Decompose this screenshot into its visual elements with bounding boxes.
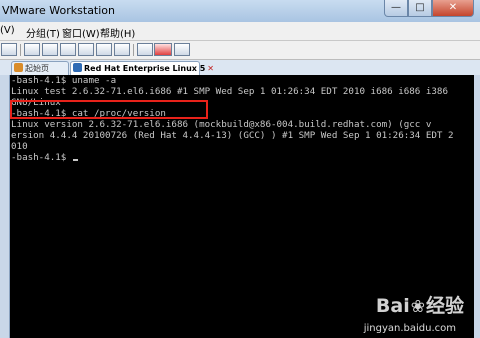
toolbar	[0, 41, 480, 60]
terminal-line: ersion 4.4.4 20100726 (Red Hat 4.4.4-13)…	[11, 130, 454, 141]
minimize-button[interactable]: —	[384, 0, 408, 17]
home-icon	[14, 63, 23, 72]
sidebar-toggle-icon[interactable]	[24, 43, 40, 56]
tab-rhel5-label: Red Hat Enterprise Linux 5	[84, 64, 206, 73]
terminal-line: Linux version 2.6.32-71.el6.i686 (mockbu…	[11, 119, 432, 130]
tab-home-label: 起始页	[25, 64, 49, 73]
terminal-prompt-line: -bash-4.1$	[11, 152, 78, 163]
terminal-prompt: -bash-4.1$	[11, 152, 72, 163]
menu-view[interactable]: (V)	[0, 25, 15, 36]
close-button[interactable]: ✕	[432, 0, 474, 17]
window-controls: — □ ✕	[384, 0, 474, 18]
summary-view-icon[interactable]	[60, 43, 76, 56]
watermark-brand-right: 经验	[425, 295, 464, 317]
toolbar-separator	[133, 44, 134, 56]
menu-help[interactable]: 帮助(H)	[100, 25, 135, 40]
baidu-watermark: Bai❀经验	[376, 291, 464, 318]
tab-bar: 起始页 Red Hat Enterprise Linux 5 ✕	[0, 60, 480, 76]
appliance-view-icon[interactable]	[114, 43, 130, 56]
text-cursor	[72, 159, 78, 161]
menu-bar: (V) 分组(T) 窗口(W) 帮助(H)	[0, 22, 480, 41]
maximize-button[interactable]: □	[408, 0, 432, 17]
baidu-paw-icon: ❀	[410, 297, 425, 317]
sidebar-strip	[0, 75, 10, 338]
watermark-site: jingyan.baidu.com	[363, 323, 456, 334]
full-screen-icon[interactable]	[154, 43, 172, 56]
menu-team[interactable]: 分组(T)	[26, 25, 60, 40]
right-border	[474, 75, 480, 338]
menu-window[interactable]: 窗口(W)	[62, 25, 100, 40]
thumbnail-view-icon[interactable]	[96, 43, 112, 56]
preferences-icon[interactable]	[174, 43, 190, 56]
snapshot-icon[interactable]	[1, 43, 17, 56]
terminal-line: -bash-4.1$ cat /proc/version	[11, 108, 166, 119]
tab-home[interactable]: 起始页	[11, 61, 69, 75]
window-title: VMware Workstation	[2, 4, 116, 17]
title-bar[interactable]: VMware Workstation — □ ✕	[0, 0, 480, 22]
close-tab-icon[interactable]: ✕	[207, 62, 214, 76]
unity-icon[interactable]	[137, 43, 153, 56]
terminal-line: -bash-4.1$ uname -a	[11, 75, 117, 86]
tab-rhel5[interactable]: Red Hat Enterprise Linux 5 ✕	[70, 61, 214, 75]
terminal-line: 010	[11, 141, 28, 152]
vm-icon	[73, 63, 82, 72]
console-view-icon[interactable]	[78, 43, 94, 56]
terminal-line: GNU/Linux	[11, 97, 61, 108]
quick-switch-icon[interactable]	[42, 43, 58, 56]
terminal-console[interactable]: -bash-4.1$ uname -a Linux test 2.6.32-71…	[10, 75, 474, 338]
watermark-brand-left: Bai	[375, 295, 410, 317]
terminal-line: Linux test 2.6.32-71.el6.i686 #1 SMP Wed…	[11, 86, 448, 97]
toolbar-separator	[20, 44, 21, 56]
vmware-window: VMware Workstation — □ ✕ (V) 分组(T) 窗口(W)…	[0, 0, 480, 338]
